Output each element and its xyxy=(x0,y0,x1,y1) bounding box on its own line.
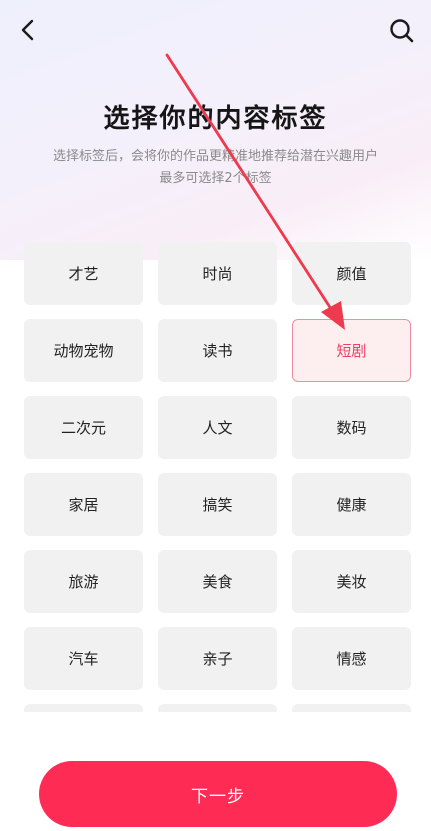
back-button[interactable] xyxy=(14,16,42,44)
page-subtitle: 选择标签后，会将你的作品更精准地推荐给潜在兴趣用户 最多可选择2个标签 xyxy=(0,146,431,190)
tag-option[interactable]: 颜值 xyxy=(292,242,411,305)
tag-option[interactable]: 二次元 xyxy=(24,396,143,459)
tag-option[interactable]: 人文 xyxy=(158,396,277,459)
tag-option[interactable]: 时尚 xyxy=(158,242,277,305)
tag-option[interactable]: 数码 xyxy=(292,396,411,459)
tag-option[interactable]: 美食 xyxy=(158,550,277,613)
search-icon xyxy=(390,19,414,43)
tag-option[interactable]: 亲子 xyxy=(158,627,277,690)
tag-option[interactable]: 搞笑 xyxy=(158,473,277,536)
chevron-left-icon xyxy=(21,19,34,41)
tag-grid: 才艺 时尚 颜值动物宠物 读书 短剧二次元 人文 数码家居 搞笑 健康旅游 美食 美妆汽车 亲子 情感 xyxy=(24,242,413,712)
tag-option[interactable]: 才艺 xyxy=(24,242,143,305)
tag-option[interactable]: 美妆 xyxy=(292,550,411,613)
next-step-button[interactable]: 下一步 xyxy=(39,761,397,827)
tag-option[interactable]: 读书 xyxy=(158,319,277,382)
tag-option-partial[interactable] xyxy=(158,704,277,712)
tag-option[interactable]: 家居 xyxy=(24,473,143,536)
subtitle-line-2: 最多可选择2个标签 xyxy=(159,171,272,186)
tag-option[interactable]: 汽车 xyxy=(24,627,143,690)
subtitle-line-1: 选择标签后，会将你的作品更精准地推荐给潜在兴趣用户 xyxy=(52,149,378,164)
tag-option[interactable]: 情感 xyxy=(292,627,411,690)
tag-option[interactable]: 旅游 xyxy=(24,550,143,613)
tag-option-partial[interactable] xyxy=(24,704,143,712)
tag-option[interactable]: 健康 xyxy=(292,473,411,536)
tag-option-partial[interactable] xyxy=(292,704,411,712)
search-button[interactable] xyxy=(387,16,417,46)
top-bar xyxy=(0,0,431,64)
page-title: 选择你的内容标签 xyxy=(103,104,328,134)
tag-option[interactable]: 动物宠物 xyxy=(24,319,143,382)
tag-option[interactable]: 短剧 xyxy=(292,319,411,382)
